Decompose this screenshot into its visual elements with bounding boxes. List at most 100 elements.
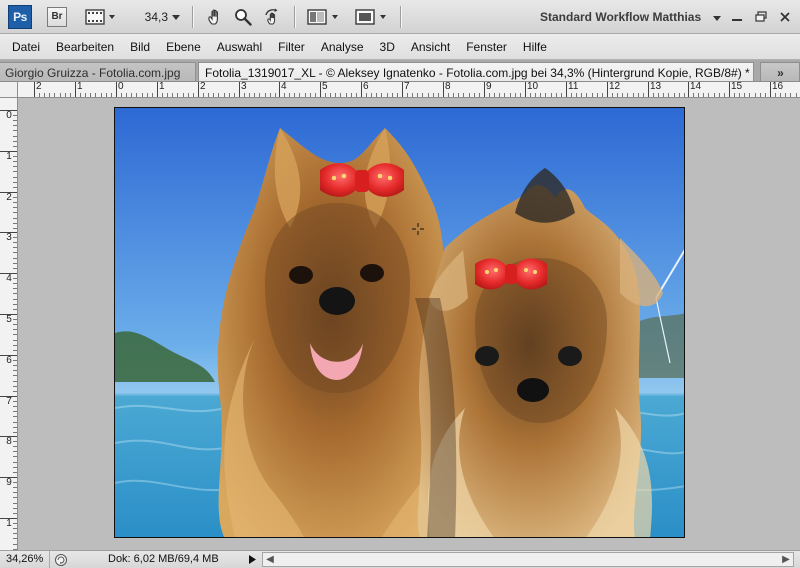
status-menu-arrow-icon[interactable] <box>246 553 258 566</box>
ruler-minor-tick <box>13 130 17 131</box>
ruler-minor-tick <box>13 146 17 147</box>
scroll-right-arrow-icon[interactable]: ▶ <box>781 555 791 565</box>
ruler-minor-tick <box>90 93 91 97</box>
horizontal-ruler[interactable]: 2 1 0 1 2 3 4 5 6 7 8 9 10 11 12 13 14 15 16 <box>0 82 800 98</box>
ruler-minor-tick <box>335 93 336 97</box>
chevron-down-icon <box>713 15 722 21</box>
menu-ebene[interactable]: Ebene <box>166 40 201 54</box>
ruler-label: 10 <box>527 82 539 92</box>
menu-bearbeiten[interactable]: Bearbeiten <box>56 40 114 54</box>
ruler-minor-tick <box>592 93 593 97</box>
ruler-minor-tick <box>13 441 17 442</box>
bridge-button[interactable]: Br <box>47 7 67 27</box>
menu-auswahl[interactable]: Auswahl <box>217 40 262 54</box>
ruler-minor-tick <box>13 370 17 371</box>
ruler-minor-tick <box>622 93 623 97</box>
screen-mode-icon <box>355 9 386 25</box>
ruler-minor-tick <box>13 247 17 248</box>
ruler-minor-tick <box>13 427 17 428</box>
workspace-dropdown-arrow[interactable] <box>712 9 722 27</box>
hand-tool-button[interactable] <box>202 6 228 28</box>
ruler-minor-tick <box>13 171 17 172</box>
menu-hilfe[interactable]: Hilfe <box>523 40 547 54</box>
zoom-dropdown-arrow[interactable] <box>170 6 182 28</box>
ruler-minor-tick <box>392 93 393 97</box>
zoom-tool-button[interactable] <box>230 6 256 28</box>
ruler-minor-tick <box>13 293 17 294</box>
ruler-minor-tick <box>101 93 102 97</box>
menu-ansicht[interactable]: Ansicht <box>411 40 450 54</box>
ruler-label: 12 <box>609 82 621 92</box>
toolbar-separator <box>192 6 193 28</box>
document-info-icon[interactable] <box>54 553 68 567</box>
screen-mode-button[interactable] <box>352 6 390 28</box>
ruler-minor-tick <box>376 93 377 97</box>
ruler-minor-tick <box>412 93 413 97</box>
hand-icon <box>208 9 218 25</box>
ruler-minor-tick <box>504 93 505 97</box>
ruler-minor-tick <box>13 451 17 452</box>
ruler-minor-tick <box>80 93 81 97</box>
ruler-minor-tick <box>433 93 434 97</box>
ruler-minor-tick <box>13 432 17 433</box>
ruler-minor-tick <box>581 93 582 97</box>
menu-filter[interactable]: Filter <box>278 40 305 54</box>
ruler-minor-tick <box>294 93 295 97</box>
workspace-switcher[interactable]: Standard Workflow Matthias <box>540 8 722 26</box>
document-canvas[interactable] <box>18 98 800 550</box>
ruler-label: 2 <box>36 82 42 92</box>
tab-fotolia-1319017[interactable]: Fotolia_1319017_XL - © Aleksey Ignatenko… <box>198 62 754 81</box>
tab-giorgio-gruizza[interactable]: Giorgio Gruizza - Fotolia.com.jpg <box>0 62 196 81</box>
ruler-minor-tick <box>13 360 17 361</box>
photoshop-logo[interactable]: Ps <box>8 5 32 29</box>
arrange-documents-button[interactable] <box>304 6 342 28</box>
menu-3d[interactable]: 3D <box>380 40 395 54</box>
ruler-minor-tick <box>299 93 300 97</box>
ruler-minor-tick <box>310 93 311 97</box>
status-zoom-percent[interactable]: 34,26% <box>0 551 50 568</box>
tab-overflow-button[interactable]: » <box>760 62 800 81</box>
ruler-minor-tick <box>13 212 17 213</box>
ruler-minor-tick <box>13 263 17 264</box>
ruler-minor-tick <box>254 93 255 97</box>
ruler-minor-tick <box>13 456 17 457</box>
vertical-ruler[interactable]: 012345678910 <box>0 98 18 550</box>
zoom-level-field[interactable]: 34,3 <box>140 8 168 26</box>
ruler-minor-tick <box>698 93 699 97</box>
ruler-minor-tick <box>13 228 17 229</box>
mini-bridge-button[interactable] <box>82 6 118 28</box>
horizontal-scrollbar[interactable]: ◀ ▶ <box>262 552 794 567</box>
ruler-minor-tick <box>448 93 449 97</box>
ruler-minor-tick <box>479 93 480 97</box>
menu-fenster[interactable]: Fenster <box>466 40 507 54</box>
scroll-left-arrow-icon[interactable]: ◀ <box>265 555 275 565</box>
ruler-origin[interactable] <box>0 82 18 98</box>
ruler-minor-tick <box>13 268 17 269</box>
menu-analyse[interactable]: Analyse <box>321 40 364 54</box>
ruler-minor-tick <box>13 446 17 447</box>
ruler-minor-tick <box>13 218 17 219</box>
window-controls <box>730 7 792 27</box>
ruler-minor-tick <box>13 223 17 224</box>
ruler-minor-tick <box>136 93 137 97</box>
menu-bild[interactable]: Bild <box>130 40 150 54</box>
ruler-minor-tick <box>60 93 61 97</box>
ruler-minor-tick <box>351 93 352 97</box>
document-image[interactable] <box>114 107 685 538</box>
ruler-minor-tick <box>126 93 127 97</box>
ruler-label: 14 <box>690 82 702 92</box>
ruler-minor-tick <box>13 161 17 162</box>
ruler-minor-tick <box>49 93 50 97</box>
menu-datei[interactable]: Datei <box>12 40 40 54</box>
ruler-minor-tick <box>520 93 521 97</box>
ruler-minor-tick <box>474 93 475 97</box>
rotate-view-button[interactable] <box>260 6 286 28</box>
ruler-minor-tick <box>785 93 786 97</box>
close-icon[interactable] <box>778 11 792 23</box>
ruler-minor-tick <box>13 411 17 412</box>
ruler-minor-tick <box>530 93 531 97</box>
ruler-label: 2 <box>200 82 206 92</box>
ruler-minor-tick <box>330 93 331 97</box>
restore-icon[interactable] <box>754 11 768 23</box>
minimize-icon[interactable] <box>730 11 744 23</box>
